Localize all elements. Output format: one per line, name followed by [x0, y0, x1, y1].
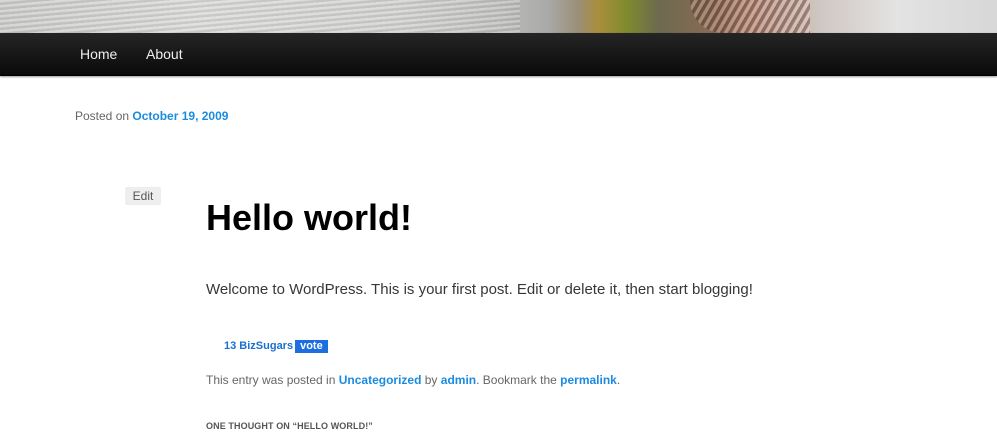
- meta-prefix: This entry was posted in: [206, 373, 339, 387]
- permalink-link[interactable]: permalink: [560, 373, 617, 387]
- main-navigation: Home About: [0, 33, 997, 76]
- meta-bookmark: . Bookmark the: [476, 373, 561, 387]
- bizsugar-widget: 13 BizSugars vote: [224, 339, 328, 353]
- post-content: Welcome to WordPress. This is your first…: [206, 281, 753, 298]
- header-image-water: [0, 0, 520, 33]
- bizsugar-vote-button[interactable]: vote: [295, 339, 328, 353]
- category-link[interactable]: Uncategorized: [339, 373, 422, 387]
- header-image[interactable]: [0, 0, 997, 33]
- meta-suffix: .: [616, 373, 621, 387]
- post-title: Hello world!: [206, 197, 412, 238]
- author-link[interactable]: admin: [441, 373, 476, 387]
- nav-item-about[interactable]: About: [146, 33, 183, 76]
- meta-by: by: [421, 373, 441, 387]
- nav-item-home[interactable]: Home: [80, 33, 117, 76]
- post-date-meta: Posted on October 19, 2009: [75, 109, 228, 123]
- posted-prefix: Posted on: [75, 109, 133, 123]
- header-image-rock: [690, 0, 810, 33]
- edit-post-button[interactable]: Edit: [125, 187, 161, 205]
- bizsugar-count-link[interactable]: 13 BizSugars: [224, 340, 293, 352]
- entry-footer-meta: This entry was posted in Uncategorized b…: [206, 373, 620, 387]
- comments-title: ONE THOUGHT ON “HELLO WORLD!”: [206, 421, 373, 431]
- post-date-link[interactable]: October 19, 2009: [132, 109, 228, 123]
